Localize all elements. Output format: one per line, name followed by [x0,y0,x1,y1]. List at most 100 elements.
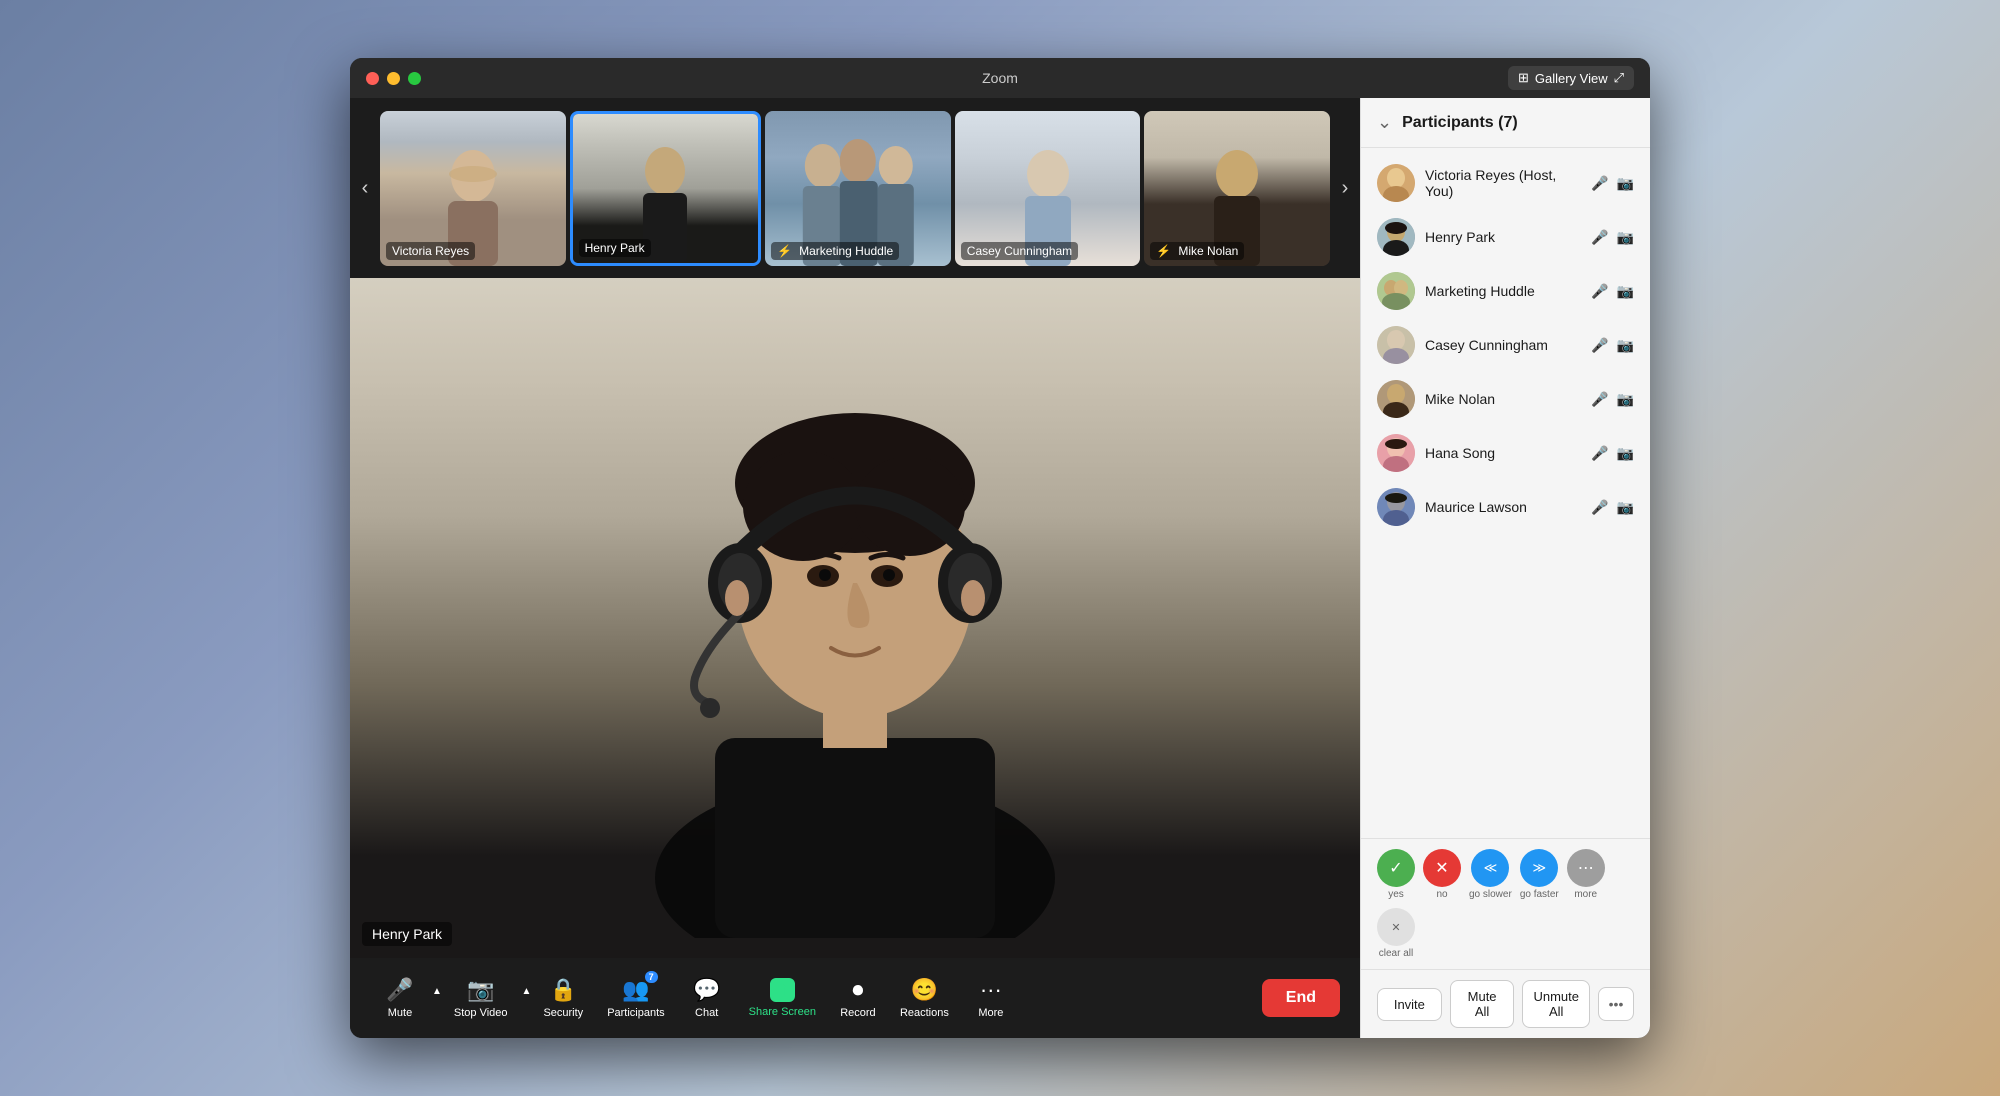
victoria-cam-icon: 📷 [1617,175,1634,192]
maurice-name: Maurice Lawson [1425,499,1581,515]
victoria-avatar-img [1377,164,1415,202]
record-button[interactable]: ⏺ Record [828,977,888,1019]
victoria-label: Victoria Reyes [386,242,475,260]
marketing-icon: ⚡ [777,244,792,258]
avatar-victoria [1377,164,1415,202]
mike-controls: 🎤 📷 [1591,391,1634,408]
reactions-icon: 😊 [911,977,938,1003]
casey-avatar-img [1377,326,1415,364]
close-button[interactable] [366,72,379,85]
casey-name: Casey Cunningham [1425,337,1581,353]
reaction-slower-circle: ≪ [1471,849,1509,887]
panel-actions: Invite Mute All Unmute All ••• [1361,969,1650,1038]
participant-row-hana[interactable]: Hana Song 🎤 📷 [1361,426,1650,480]
gallery-view-button[interactable]: ⊞ Gallery View ⤢ [1508,66,1634,90]
casey-label: Casey Cunningham [961,242,1078,260]
hana-controls: 🎤 📷 [1591,445,1634,462]
share-screen-icon: ⬆ [770,978,795,1002]
reaction-yes-circle: ✓ [1377,849,1415,887]
mute-button[interactable]: 🎤 Mute [370,977,430,1019]
participant-row-maurice[interactable]: Maurice Lawson 🎤 📷 [1361,480,1650,534]
avatar-maurice [1377,488,1415,526]
hana-avatar-img [1377,434,1415,472]
avatar-hana [1377,434,1415,472]
reaction-no-button[interactable]: ✕ no [1423,849,1461,900]
marketing-label: ⚡ Marketing Huddle [771,242,899,260]
avatar-casey [1377,326,1415,364]
avatar-mike [1377,380,1415,418]
invite-button[interactable]: Invite [1377,988,1442,1021]
more-icon: ··· [980,977,1002,1003]
marketing-cam-icon: 📷 [1617,283,1634,300]
thumbnail-henry[interactable]: Henry Park [570,111,762,266]
reaction-slower-button[interactable]: ≪ go slower [1469,849,1512,900]
participant-row-henry[interactable]: Henry Park 🎤 📷 [1361,210,1650,264]
strip-next-button[interactable]: › [1330,177,1360,200]
reaction-more-circle: ⋯ [1567,849,1605,887]
henry-label: Henry Park [579,239,651,257]
participants-list: Victoria Reyes (Host, You) 🎤 📷 [1361,148,1650,838]
thumbnail-mike[interactable]: ⚡ Mike Nolan [1144,111,1330,266]
casey-controls: 🎤 📷 [1591,337,1634,354]
participants-button[interactable]: 👥 7 Participants [595,977,676,1019]
participant-row-marketing[interactable]: Marketing Huddle 🎤 📷 [1361,264,1650,318]
reaction-more-button[interactable]: ⋯ more [1567,849,1605,900]
maurice-avatar-img [1377,488,1415,526]
hana-name: Hana Song [1425,445,1581,461]
security-button[interactable]: 🔒 Security [531,977,595,1019]
mike-label: ⚡ Mike Nolan [1150,242,1244,260]
main-speaker-label: Henry Park [362,922,452,946]
video-arrow-icon[interactable]: ▲ [522,986,532,997]
reaction-clear-circle: ✕ [1377,908,1415,946]
henry-avatar-img [1377,218,1415,256]
zoom-window: Zoom ⊞ Gallery View ⤢ ‹ [350,58,1650,1038]
avatar-henry [1377,218,1415,256]
more-button[interactable]: ··· More [961,977,1021,1019]
end-button[interactable]: End [1262,979,1340,1017]
reaction-faster-button[interactable]: ≫ go faster [1520,849,1559,900]
reaction-yes-button[interactable]: ✓ yes [1377,849,1415,900]
participant-row-casey[interactable]: Casey Cunningham 🎤 📷 [1361,318,1650,372]
mute-all-button[interactable]: Mute All [1450,980,1515,1028]
panel-header: ⌄ Participants (7) [1361,98,1650,148]
title-bar: Zoom ⊞ Gallery View ⤢ [350,58,1650,98]
traffic-lights [366,72,421,85]
panel-collapse-button[interactable]: ⌄ [1377,112,1392,133]
chevron-left-icon: ‹ [362,177,369,200]
mike-mic-icon: 🎤 [1591,391,1608,408]
mute-arrow-icon[interactable]: ▲ [432,986,442,997]
minimize-button[interactable] [387,72,400,85]
record-icon: ⏺ [852,977,863,1003]
fullscreen-button[interactable] [408,72,421,85]
panel-title: Participants (7) [1402,114,1634,132]
strip-prev-button[interactable]: ‹ [350,177,380,200]
henry-cam-icon: 📷 [1617,229,1634,246]
participant-row-mike[interactable]: Mike Nolan 🎤 📷 [1361,372,1650,426]
video-area: ‹ Victoria Reyes [350,98,1360,1038]
mike-icon: ⚡ [1156,244,1171,258]
participants-panel: ⌄ Participants (7) Victoria Reyes (Host,… [1360,98,1650,1038]
marketing-mic-icon: 🎤 [1591,283,1608,300]
reaction-clear-button[interactable]: ✕ clear all [1377,908,1415,959]
reactions-button[interactable]: 😊 Reactions [888,977,961,1019]
hana-cam-icon: 📷 [1617,445,1634,462]
stop-video-button[interactable]: 📷 Stop Video [442,977,520,1019]
share-screen-button[interactable]: ⬆ Share Screen [737,978,828,1018]
mike-name: Mike Nolan [1425,391,1581,407]
thumbnails-container: Victoria Reyes Henry Park [380,111,1330,266]
thumbnail-victoria[interactable]: Victoria Reyes [380,111,566,266]
henry-name: Henry Park [1425,229,1581,245]
victoria-mic-icon: 🎤 [1591,175,1608,192]
thumbnail-marketing[interactable]: ⚡ Marketing Huddle [765,111,951,266]
unmute-all-button[interactable]: Unmute All [1522,980,1590,1028]
speaker-figure [555,358,1155,943]
marketing-avatar-img [1377,272,1415,310]
chevron-right-icon: › [1342,177,1349,200]
reaction-faster-circle: ≫ [1520,849,1558,887]
casey-cam-icon: 📷 [1617,337,1634,354]
chat-button[interactable]: 💬 Chat [677,977,737,1019]
more-actions-button[interactable]: ••• [1598,987,1634,1021]
security-icon: 🔒 [550,977,577,1003]
thumbnail-casey[interactable]: Casey Cunningham [955,111,1141,266]
participant-row-victoria[interactable]: Victoria Reyes (Host, You) 🎤 📷 [1361,156,1650,210]
